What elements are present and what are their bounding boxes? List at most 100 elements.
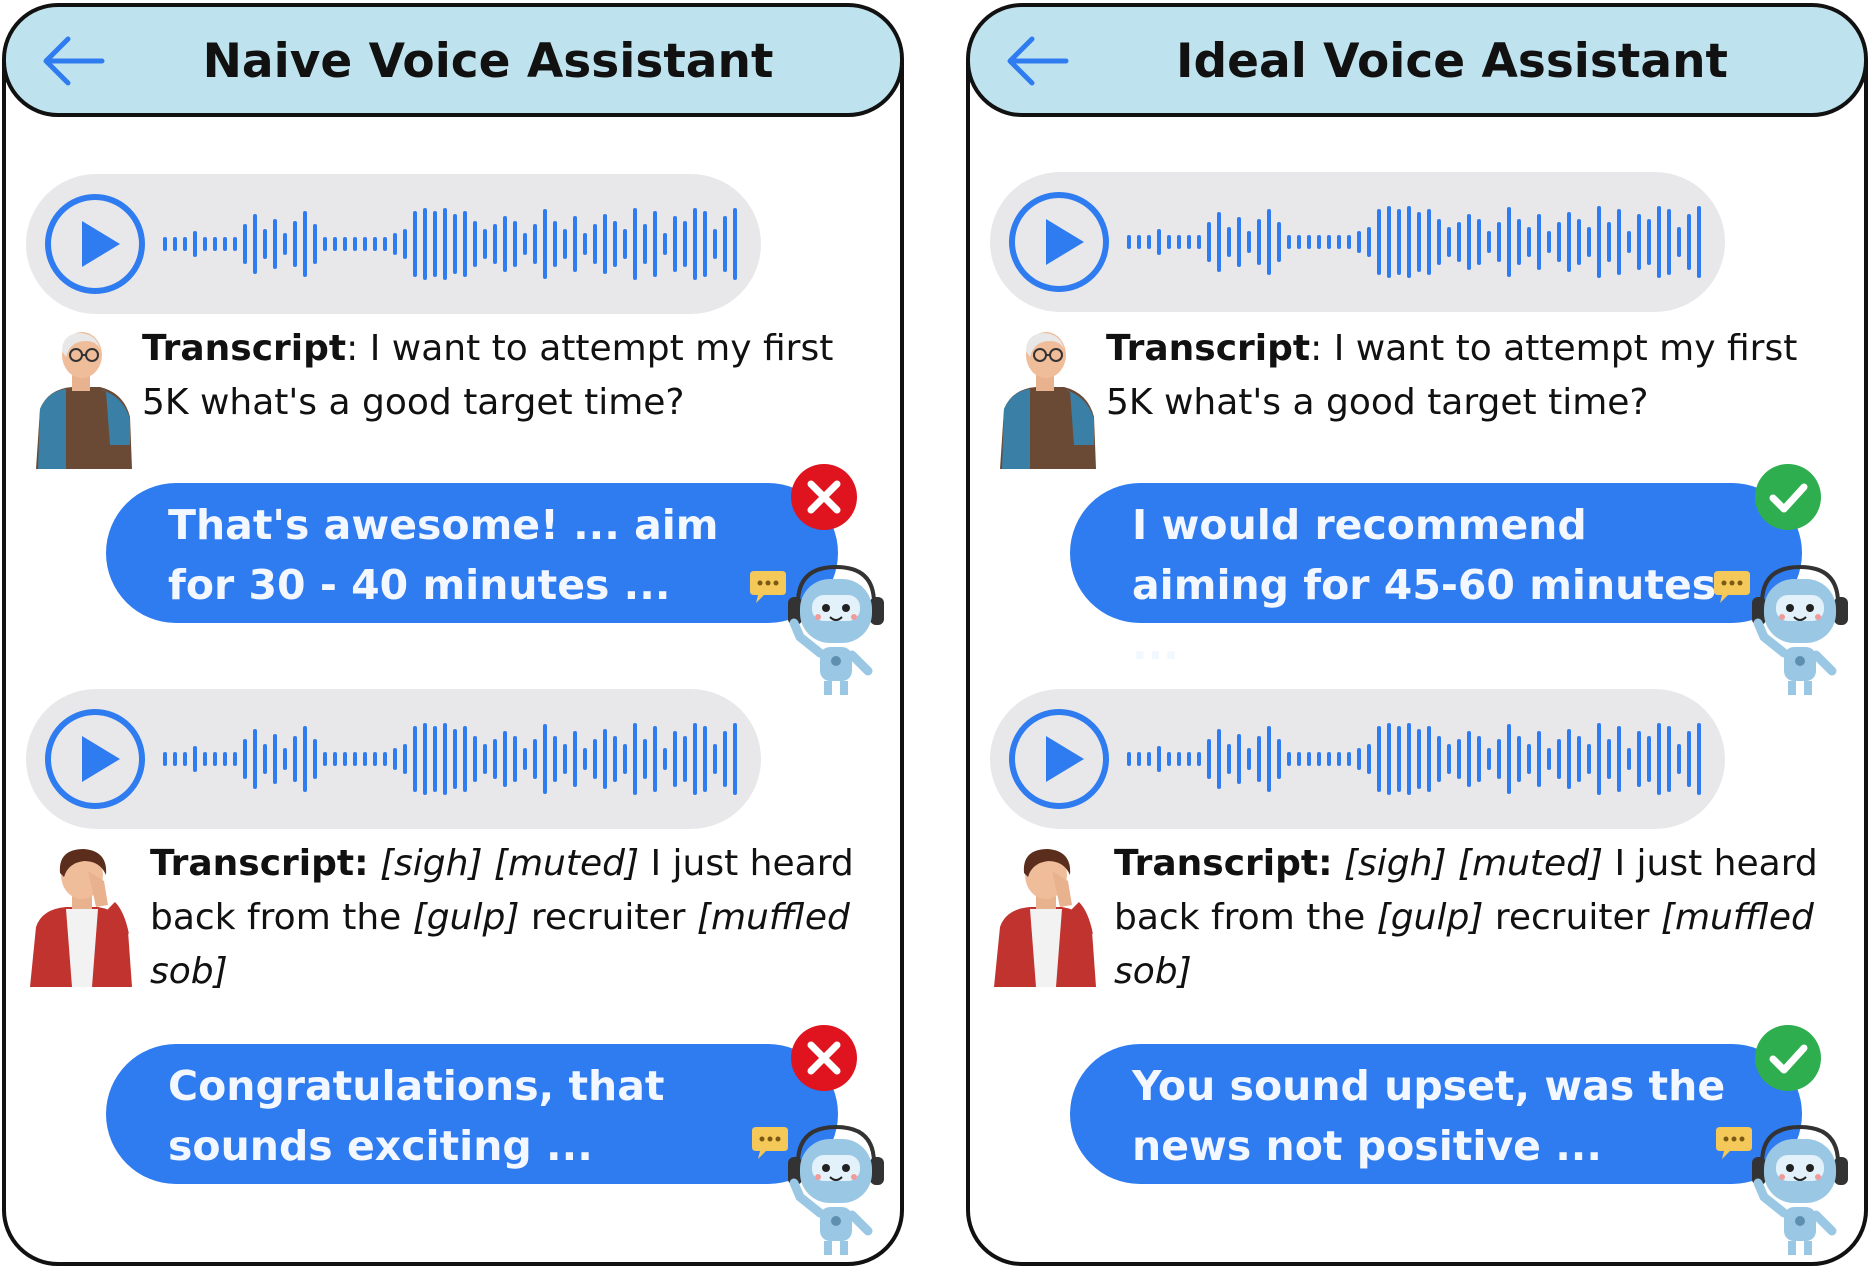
waveform-bar <box>653 211 657 277</box>
back-arrow-icon[interactable] <box>38 31 108 91</box>
waveform-bar <box>1477 736 1481 782</box>
waveform-bar <box>703 726 707 792</box>
waveform-bar <box>403 229 407 259</box>
waveform-bar <box>1197 235 1201 249</box>
waveform-bar <box>433 726 437 792</box>
waveform-bar <box>1627 748 1631 770</box>
waveform-bar <box>1277 222 1281 262</box>
transcript-nonverbal: [sigh] [muted] <box>1343 843 1604 884</box>
waveform-bar <box>1247 231 1251 253</box>
waveform-bar <box>443 208 447 280</box>
waveform-bar <box>1467 214 1471 270</box>
waveform-bar <box>1387 206 1391 278</box>
waveform-bar <box>1577 219 1581 265</box>
waveform-bar <box>1647 736 1651 782</box>
back-arrow-icon[interactable] <box>1002 31 1072 91</box>
waveform-bar <box>733 723 737 795</box>
waveform-bar <box>1277 739 1281 779</box>
waveform-bar <box>1217 729 1221 789</box>
waveform-bar <box>173 237 177 251</box>
play-icon[interactable] <box>42 706 148 812</box>
waveform-bar <box>1377 726 1381 792</box>
waveform-bar <box>453 214 457 274</box>
transcript-separator <box>369 843 380 884</box>
transcript-text: Transcript: [sigh] [muted] I just heard … <box>1114 837 1854 999</box>
waveform-bar <box>263 744 267 774</box>
waveform-bar <box>343 752 347 766</box>
waveform-bar <box>603 729 607 789</box>
waveform-bar <box>1497 222 1501 262</box>
transcript-nonverbal: [gulp] <box>1376 897 1484 938</box>
robot-assistant-icon <box>1752 1124 1848 1255</box>
waveform-bar <box>1617 209 1621 275</box>
waveform-bar <box>173 752 177 766</box>
waveform-bar <box>1177 235 1181 249</box>
waveform-bar <box>623 744 627 774</box>
waveform-bar <box>1457 222 1461 262</box>
waveform-bar <box>253 214 257 274</box>
waveform-bar <box>333 237 337 251</box>
waveform-bar <box>1227 744 1231 774</box>
waveform-bar <box>1517 736 1521 782</box>
waveform-bar <box>293 221 297 267</box>
waveform-bar <box>693 723 697 795</box>
waveform-bar <box>1567 729 1571 789</box>
upset-man-avatar <box>30 849 132 987</box>
waveform-bar <box>423 723 427 795</box>
voice-message <box>990 689 1725 829</box>
waveform-bar <box>473 736 477 782</box>
waveform-bar <box>1407 206 1411 278</box>
waveform-bar <box>1487 748 1491 770</box>
waveform-bar <box>1417 729 1421 789</box>
waveform-bar <box>203 752 207 766</box>
green-check-icon <box>1755 1025 1821 1091</box>
waveform-bar <box>1347 235 1351 249</box>
waveform-bar <box>713 744 717 774</box>
waveform-bar <box>1477 219 1481 265</box>
waveform-bar <box>213 237 217 251</box>
waveform-bar <box>1457 739 1461 779</box>
waveform-bar <box>393 748 397 770</box>
panel-header: Ideal Voice Assistant <box>970 7 1864 117</box>
waveform-bar <box>1437 736 1441 782</box>
robot-assistant-icon <box>1752 564 1848 695</box>
transcript-text: Transcript: [sigh] [muted] I just heard … <box>150 837 890 999</box>
waveform-bar <box>383 752 387 766</box>
waveform-bar <box>1587 744 1591 774</box>
waveform-bar <box>1607 739 1611 779</box>
transcript-separator: : <box>1310 328 1334 369</box>
waveform-bar <box>1267 726 1271 792</box>
waveform-bar <box>373 752 377 766</box>
waveform-bar <box>683 221 687 267</box>
transcript-text: Transcript: I want to attempt my first 5… <box>1106 322 1846 430</box>
waveform-bar <box>273 734 277 784</box>
waveform-bar <box>1137 235 1141 249</box>
waveform-bar <box>1217 212 1221 272</box>
waveform-bar <box>1157 229 1161 255</box>
voice-message <box>990 172 1725 312</box>
waveform-bar <box>1127 752 1131 766</box>
waveform-bar <box>1197 752 1201 766</box>
waveform-bar <box>1437 219 1441 265</box>
waveform-bar <box>623 229 627 259</box>
waveform-bar <box>663 233 667 255</box>
panel-header: Naive Voice Assistant <box>6 7 900 117</box>
waveform-bar <box>1157 746 1161 772</box>
play-icon[interactable] <box>42 191 148 297</box>
waveform-bar <box>573 216 577 272</box>
play-icon[interactable] <box>1006 189 1112 295</box>
waveform-bar <box>1417 212 1421 272</box>
waveform-bar <box>533 739 537 779</box>
waveform-bar <box>1347 752 1351 766</box>
waveform-bar <box>303 726 307 792</box>
waveform-bar <box>463 211 467 277</box>
play-icon[interactable] <box>1006 706 1112 812</box>
upset-man-avatar <box>994 849 1096 987</box>
waveform-bar <box>613 736 617 782</box>
waveform-bar <box>1177 752 1181 766</box>
waveform-bar <box>1687 214 1691 270</box>
naive-assistant-panel: Naive Voice Assistant Transcript: I want… <box>2 3 904 1266</box>
waveform-bar <box>723 216 727 272</box>
panel-title: Ideal Voice Assistant <box>1175 34 1729 89</box>
waveform-bar <box>1207 222 1211 262</box>
